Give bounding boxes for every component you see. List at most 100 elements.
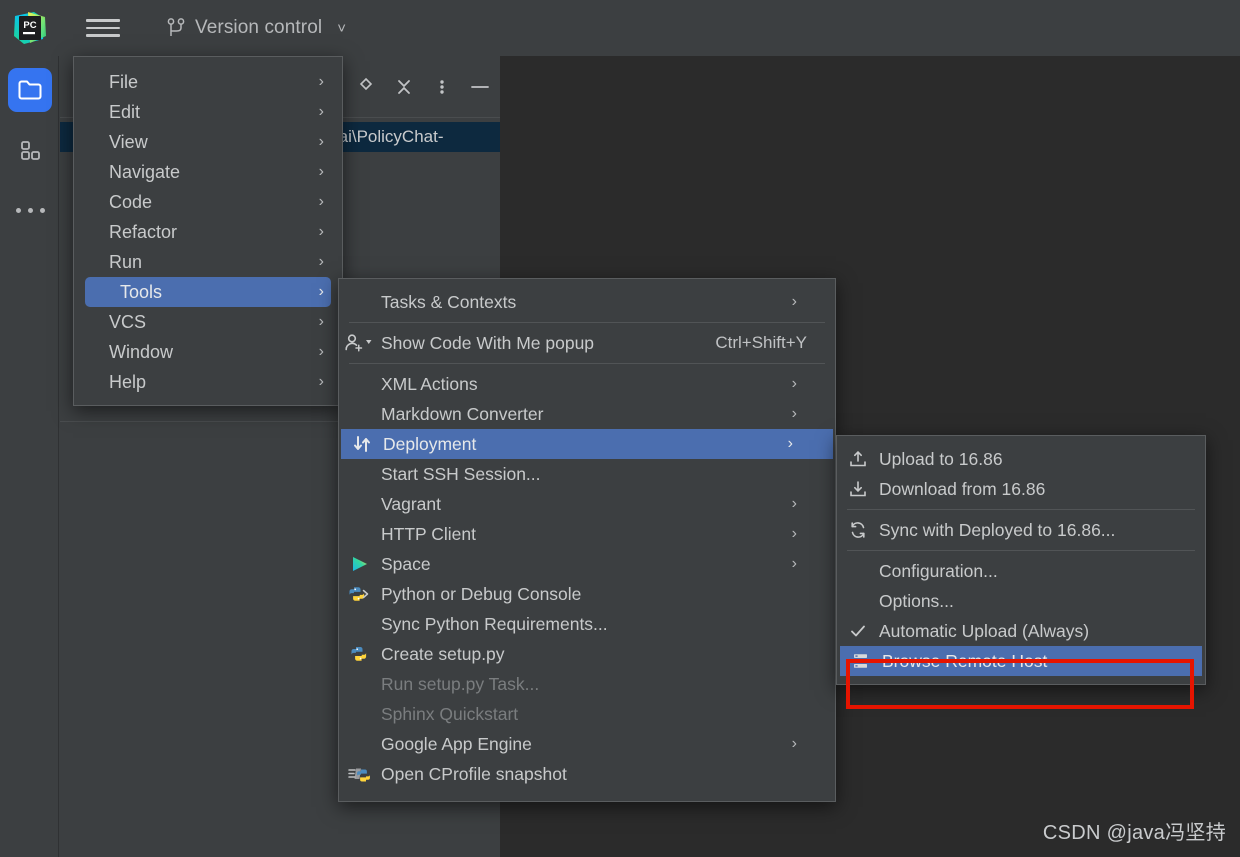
menu-item-label: Tools (120, 282, 331, 303)
menu-item-label: Create setup.py (381, 644, 823, 665)
version-control-button[interactable]: Version control ˅ (160, 10, 352, 46)
version-control-label: Version control (195, 17, 322, 39)
expand-collapse-icon[interactable] (350, 72, 382, 102)
chevron-right-icon: › (792, 525, 797, 543)
menu-separator (847, 550, 1195, 551)
menu-item-label: Navigate (109, 162, 330, 183)
menu-item-create-setup-py[interactable]: Create setup.py (339, 639, 835, 669)
menu-item-show-code-with-me-popup[interactable]: Show Code With Me popup Ctrl+Shift+Y (339, 328, 835, 358)
menu-item-refactor[interactable]: Refactor › (74, 217, 342, 247)
sidebar-item-project[interactable] (8, 68, 52, 112)
menu-separator (349, 322, 825, 323)
menu-item-label: Markdown Converter (381, 404, 823, 425)
menu-item-sync-python-requirements[interactable]: Sync Python Requirements... (339, 609, 835, 639)
menu-item-automatic-upload-always[interactable]: Automatic Upload (Always) (837, 616, 1205, 646)
menu-item-label: Window (109, 342, 330, 363)
menu-item-label: Browse Remote Host (882, 651, 1190, 672)
menu-item-markdown-converter[interactable]: Markdown Converter › (339, 399, 835, 429)
menu-item-configuration[interactable]: Configuration... (837, 556, 1205, 586)
checkmark-icon (837, 616, 879, 646)
menu-item-label: Vagrant (381, 494, 823, 515)
download-icon (837, 474, 879, 504)
sidebar-item-more[interactable] (8, 188, 52, 232)
chevron-right-icon: › (319, 163, 324, 181)
menu-item-window[interactable]: Window › (74, 337, 342, 367)
collapse-all-icon[interactable] (388, 72, 420, 102)
menu-item-label: Sync Python Requirements... (381, 614, 823, 635)
chevron-right-icon: › (792, 405, 797, 423)
menu-item-label: Google App Engine (381, 734, 823, 755)
menu-item-view[interactable]: View › (74, 127, 342, 157)
menu-item-icon-slot (74, 187, 109, 217)
menu-item-icon-slot (74, 337, 109, 367)
menu-item-http-client[interactable]: HTTP Client › (339, 519, 835, 549)
menu-item-run-setup-py-task: Run setup.py Task... (339, 669, 835, 699)
menu-item-icon-slot (74, 247, 109, 277)
chevron-right-icon: › (319, 133, 324, 151)
upload-icon (837, 444, 879, 474)
menu-item-navigate[interactable]: Navigate › (74, 157, 342, 187)
chevron-right-icon: › (792, 293, 797, 311)
menu-item-icon-slot (339, 729, 381, 759)
sync-icon (837, 515, 879, 545)
menu-item-vcs[interactable]: VCS › (74, 307, 342, 337)
menu-item-deployment[interactable]: Deployment › (341, 429, 833, 459)
more-dots-icon (16, 208, 45, 213)
menu-item-download-from-host[interactable]: Download from 16.86 (837, 474, 1205, 504)
menu-item-icon-slot (74, 217, 109, 247)
tool-window-toolbar-icons (350, 72, 496, 102)
minimize-icon[interactable] (464, 72, 496, 102)
menu-item-label: Space (381, 554, 823, 575)
menu-item-label: Run (109, 252, 330, 273)
menu-item-label: HTTP Client (381, 524, 823, 545)
menu-item-google-app-engine[interactable]: Google App Engine › (339, 729, 835, 759)
chevron-right-icon: › (792, 495, 797, 513)
chevron-right-icon: › (792, 735, 797, 753)
menu-item-icon-slot (74, 67, 109, 97)
menu-item-icon-slot (837, 586, 879, 616)
menu-item-icon-slot (85, 277, 120, 307)
menu-item-upload-to-host[interactable]: Upload to 16.86 (837, 444, 1205, 474)
branch-icon (166, 17, 186, 39)
pycharm-window: PC Version control ˅ (0, 0, 1240, 857)
menu-item-options[interactable]: Options... (837, 586, 1205, 616)
menu-item-edit[interactable]: Edit › (74, 97, 342, 127)
menu-item-open-cprofile-snapshot[interactable]: Open CProfile snapshot (339, 759, 835, 789)
chevron-right-icon: › (319, 373, 324, 391)
menu-item-label: Edit (109, 102, 330, 123)
menu-item-help[interactable]: Help › (74, 367, 342, 397)
left-tool-rail (0, 56, 59, 857)
menu-item-file[interactable]: File › (74, 67, 342, 97)
chevron-right-icon: › (319, 253, 324, 271)
menu-item-space[interactable]: Space › (339, 549, 835, 579)
menu-item-label: Tasks & Contexts (381, 292, 823, 313)
space-icon (339, 549, 381, 579)
menu-item-label: Options... (879, 591, 1193, 612)
menu-item-tools[interactable]: Tools › (85, 277, 331, 307)
chevron-right-icon: › (319, 343, 324, 361)
chevron-right-icon: › (319, 313, 324, 331)
menu-item-python-or-debug-console[interactable]: Python or Debug Console (339, 579, 835, 609)
menu-item-tasks-and-contexts[interactable]: Tasks & Contexts › (339, 287, 835, 317)
menu-item-xml-actions[interactable]: XML Actions › (339, 369, 835, 399)
menu-item-code[interactable]: Code › (74, 187, 342, 217)
sidebar-item-structure[interactable] (8, 128, 52, 172)
menu-item-icon-slot (339, 519, 381, 549)
menu-item-label: Start SSH Session... (381, 464, 823, 485)
menu-item-icon-slot (339, 489, 381, 519)
menu-item-start-ssh-session[interactable]: Start SSH Session... (339, 459, 835, 489)
menu-item-label: Run setup.py Task... (381, 674, 823, 695)
menu-item-label: Refactor (109, 222, 330, 243)
main-menu-popup: File › Edit › View › Navigate › Code › R… (73, 56, 343, 406)
menu-item-sync-with-deployed[interactable]: Sync with Deployed to 16.86... (837, 515, 1205, 545)
watermark-text: CSDN @java冯坚持 (1043, 816, 1226, 845)
menu-item-run[interactable]: Run › (74, 247, 342, 277)
hamburger-menu-icon[interactable] (86, 14, 120, 42)
menu-item-browse-remote-host[interactable]: Browse Remote Host (840, 646, 1202, 676)
menu-item-label: Code (109, 192, 330, 213)
menu-item-icon-slot (339, 287, 381, 317)
options-more-icon[interactable] (426, 72, 458, 102)
deployment-submenu-popup: Upload to 16.86 Download from 16.86 (836, 435, 1206, 685)
menu-item-vagrant[interactable]: Vagrant › (339, 489, 835, 519)
menu-item-label: Download from 16.86 (879, 479, 1193, 500)
